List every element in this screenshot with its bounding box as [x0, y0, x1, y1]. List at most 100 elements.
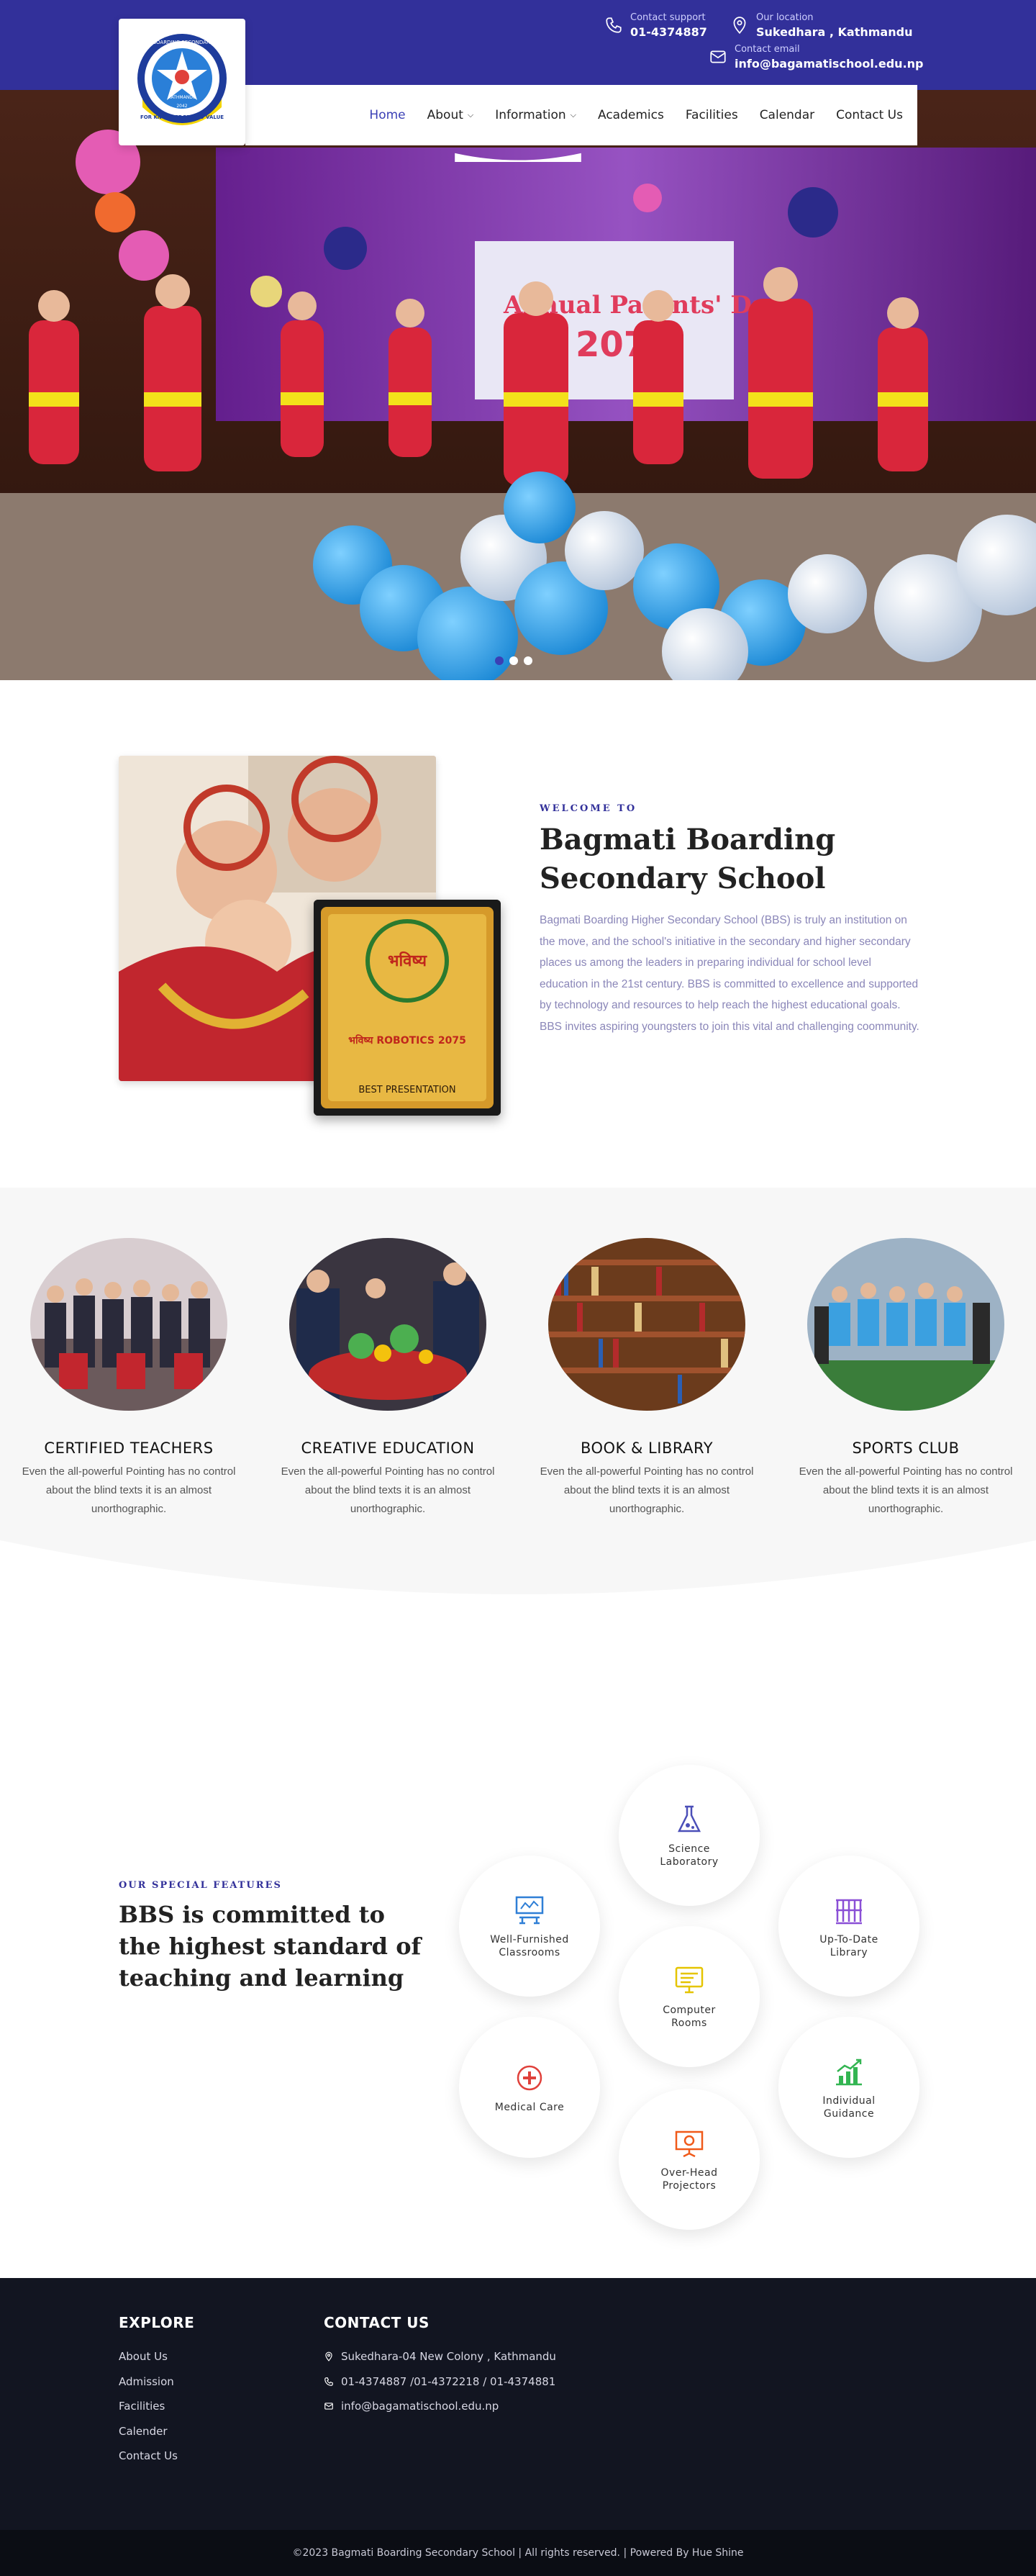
projector-icon	[675, 2130, 704, 2158]
nav-academics-label: Academics	[597, 108, 664, 122]
feature-title-teachers: CERTIFIED TEACHERS	[44, 1440, 214, 1457]
feature-photo-teachers	[30, 1238, 227, 1411]
feature-photo-creative	[289, 1238, 486, 1411]
phone-icon	[324, 2377, 333, 2386]
special-label-guidance: Individual Guidance	[822, 2095, 876, 2120]
contact-email-value: info@bagamatischool.edu.np	[735, 57, 924, 71]
slider-dot-1[interactable]	[495, 656, 504, 665]
school-logo-emblem: BAGMATI BOARDING SECONDARY SCHOOL FOR KN…	[129, 34, 236, 125]
special-individual-guidance[interactable]: Individual Guidance	[778, 2017, 919, 2158]
nav-contact-us-label: Contact Us	[836, 108, 903, 122]
contact-support-label: Contact support	[630, 12, 706, 23]
special-label-projectors: Over-Head Projectors	[660, 2167, 718, 2192]
welcome-title: Bagmati Boarding Secondary School	[540, 821, 835, 898]
mail-icon	[710, 50, 726, 63]
copyright-text: ©2023 Bagmati Boarding Secondary School …	[292, 2547, 744, 2559]
nav-calendar-label: Calendar	[759, 108, 815, 122]
special-medical-care[interactable]: Medical Care	[459, 2017, 600, 2158]
welcome-eyebrow: WELCOME TO	[540, 803, 637, 814]
logo-city: KATHMANDU	[168, 95, 196, 100]
page: Annual Parents' Day 2079	[0, 0, 1036, 2576]
logo-ring-text: BAGMATI BOARDING SECONDARY SCHOOL	[129, 40, 236, 45]
contact-location[interactable]: Our location Sukedhara , Kathmandu	[730, 12, 912, 40]
library-photo-art	[548, 1238, 745, 1411]
nav-information[interactable]: Information ⌵	[495, 108, 576, 122]
special-library[interactable]: Up-To-Date Library	[778, 1856, 919, 1997]
contact-email[interactable]: Contact email info@bagamatischool.edu.np	[709, 43, 924, 72]
hero-slider[interactable]: Annual Parents' Day 2079	[0, 90, 1036, 680]
nav-home[interactable]: Home	[369, 108, 405, 122]
contact-support[interactable]: Contact support 01-4374887	[604, 12, 707, 40]
footer-link-calender[interactable]: Calender	[119, 2425, 168, 2438]
special-science-laboratory[interactable]: Science Laboratory	[619, 1765, 760, 1906]
special-title-line2: the highest standard of	[119, 1933, 422, 1960]
slider-dots	[495, 656, 532, 665]
contact-location-label: Our location	[756, 12, 814, 23]
feature-card-creative[interactable]: CREATIVE EDUCATION Even the all-powerful…	[273, 1238, 503, 1519]
computer-icon	[675, 1966, 704, 1994]
special-computer-rooms[interactable]: Computer Rooms	[619, 1926, 760, 2067]
slider-dot-3[interactable]	[524, 656, 532, 665]
footer-link-contact-us[interactable]: Contact Us	[119, 2449, 178, 2462]
special-title-line1: BBS is committed to	[119, 1901, 385, 1928]
nav-contact-us[interactable]: Contact Us	[836, 108, 903, 122]
feature-card-library[interactable]: BOOK & LIBRARY Even the all-powerful Poi…	[532, 1238, 762, 1519]
creative-photo-art	[289, 1238, 486, 1411]
sports-photo-art	[807, 1238, 1004, 1411]
medical-icon	[517, 2065, 542, 2091]
footer-link-admission[interactable]: Admission	[119, 2375, 174, 2388]
nav-facilities-label: Facilities	[685, 108, 738, 122]
footer-contact-title: CONTACT US	[324, 2314, 430, 2331]
footer-link-facilities[interactable]: Facilities	[119, 2400, 165, 2413]
nav-academics[interactable]: Academics	[598, 108, 664, 122]
special-projectors[interactable]: Over-Head Projectors	[619, 2089, 760, 2230]
chevron-down-icon: ⌵	[570, 110, 576, 119]
school-logo[interactable]: BAGMATI BOARDING SECONDARY SCHOOL FOR KN…	[119, 19, 245, 145]
nav-facilities[interactable]: Facilities	[686, 108, 738, 122]
nav-home-label: Home	[369, 108, 406, 122]
feature-text-sports: Even the all-powerful Pointing has no co…	[799, 1465, 1013, 1515]
teachers-photo-art	[30, 1238, 227, 1411]
chevron-down-icon: ⌵	[467, 110, 474, 119]
nav-about-label: About	[427, 108, 463, 122]
feature-card-sports[interactable]: SPORTS CLUB Even the all-powerful Pointi…	[791, 1238, 1021, 1519]
special-classrooms[interactable]: Well-Furnished Classrooms	[459, 1856, 600, 1997]
footer-link-about-us[interactable]: About Us	[119, 2350, 168, 2363]
feature-card-teachers[interactable]: CERTIFIED TEACHERS Even the all-powerful…	[14, 1238, 244, 1519]
footer-email-text: info@bagamatischool.edu.np	[341, 2400, 499, 2413]
feature-text-library: Even the all-powerful Pointing has no co…	[540, 1465, 754, 1515]
nav-information-label: Information	[495, 108, 566, 122]
footer-address: Sukedhara-04 New Colony , Kathmandu	[324, 2350, 556, 2363]
special-label-science: Science Laboratory	[660, 1843, 719, 1868]
feature-photo-sports	[807, 1238, 1004, 1411]
special-label-library: Up-To-Date Library	[819, 1934, 878, 1958]
feature-photo-library	[548, 1238, 745, 1411]
logo-motto: FOR KNOWLEDGE AND VALUE	[140, 114, 224, 120]
footer-email[interactable]: info@bagamatischool.edu.np	[324, 2400, 499, 2413]
feature-title-library: BOOK & LIBRARY	[580, 1440, 714, 1457]
main-nav: Home About ⌵ Information ⌵ Academics Facil…	[245, 85, 917, 145]
welcome-title-line1: Bagmati Boarding	[540, 823, 836, 857]
slider-dot-2[interactable]	[509, 656, 518, 665]
footer-phones-text: 01-4374887 /01-4372218 / 01-4374881	[341, 2375, 556, 2388]
footer-phones[interactable]: 01-4374887 /01-4372218 / 01-4374881	[324, 2375, 555, 2388]
copyright-bar: ©2023 Bagmati Boarding Secondary School …	[0, 2530, 1036, 2576]
special-label-computer: Computer Rooms	[663, 2005, 716, 2029]
special-title-line3: teaching and learning	[119, 1964, 404, 1992]
growth-chart-icon	[836, 2058, 862, 2086]
phone-icon	[606, 17, 622, 33]
feature-title-creative: CREATIVE EDUCATION	[301, 1440, 475, 1457]
nav-calendar[interactable]: Calendar	[760, 108, 814, 122]
nav-about[interactable]: About ⌵	[427, 108, 474, 122]
mail-icon	[324, 2403, 333, 2410]
location-pin-icon	[733, 17, 746, 35]
special-label-medical: Medical Care	[494, 2102, 565, 2113]
contact-email-label: Contact email	[735, 44, 800, 55]
footer-explore-title: EXPLORE	[119, 2314, 195, 2331]
library-icon	[836, 1899, 862, 1925]
location-pin-icon	[325, 2351, 332, 2362]
contact-location-value: Sukedhara , Kathmandu	[756, 25, 913, 39]
feature-text-creative: Even the all-powerful Pointing has no co…	[281, 1465, 495, 1515]
special-title: BBS is committed to the highest standard…	[119, 1899, 421, 1994]
award-plaque-art: भविष्य भविष्य ROBOTICS 2075 BEST PRESENT…	[314, 900, 501, 1116]
